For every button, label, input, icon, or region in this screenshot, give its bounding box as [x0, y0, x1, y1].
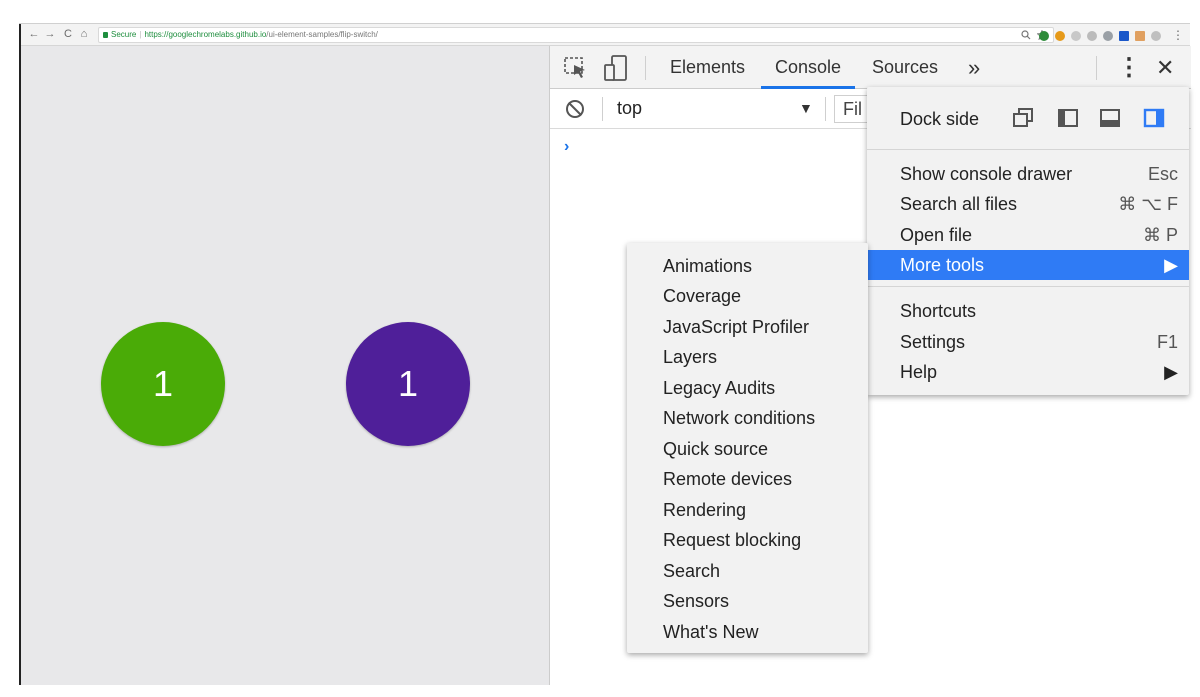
- menu-item-settings[interactable]: Settings F1: [867, 327, 1189, 357]
- extension-icon[interactable]: [1071, 31, 1081, 41]
- secure-label: Secure: [111, 30, 137, 39]
- menu-item-shortcut: F1: [1156, 332, 1178, 352]
- extension-icon[interactable]: [1151, 31, 1161, 41]
- menu-item-shortcuts[interactable]: Shortcuts: [867, 296, 1189, 326]
- url-path: /ui-element-samples/flip-switch/: [266, 30, 378, 39]
- extension-icon[interactable]: [1087, 31, 1097, 41]
- dock-bottom-icon[interactable]: [1099, 108, 1121, 128]
- dock-side-label: Dock side: [900, 109, 980, 129]
- menu-separator: [867, 286, 1189, 287]
- extension-icon[interactable]: [1103, 31, 1113, 41]
- clear-console-icon[interactable]: [566, 100, 584, 118]
- extension-icon[interactable]: [1119, 31, 1129, 41]
- devtools-main-menu: Dock side Show console drawer Esc Search…: [867, 87, 1189, 395]
- back-icon[interactable]: ←: [27, 27, 41, 41]
- toolbar-divider: [825, 97, 826, 121]
- context-selector[interactable]: top: [617, 98, 642, 119]
- page-viewport: 1 1: [21, 46, 549, 685]
- flip-switch-purple[interactable]: 1: [346, 322, 470, 446]
- device-toolbar-icon[interactable]: [604, 55, 628, 81]
- more-tools-submenu: Animations Coverage JavaScript Profiler …: [627, 243, 868, 653]
- toolbar-divider: [1096, 56, 1097, 80]
- tab-elements[interactable]: Elements: [670, 46, 745, 89]
- submenu-item-quick-source[interactable]: Quick source: [663, 434, 768, 464]
- menu-item-label: More tools: [900, 255, 985, 275]
- menu-item-open-file[interactable]: Open file ⌘ P: [867, 220, 1189, 250]
- submenu-item-layers[interactable]: Layers: [663, 342, 717, 372]
- url-separator: |: [139, 30, 142, 39]
- submenu-item-rendering[interactable]: Rendering: [663, 495, 746, 525]
- flip-switch-green[interactable]: 1: [101, 322, 225, 446]
- menu-item-label: Help: [900, 362, 938, 382]
- customize-menu-icon[interactable]: ⋮: [1117, 46, 1141, 89]
- submenu-item-animations[interactable]: Animations: [663, 251, 752, 281]
- menu-item-label: Shortcuts: [900, 301, 977, 321]
- menu-item-show-console-drawer[interactable]: Show console drawer Esc: [867, 159, 1189, 189]
- menu-item-help[interactable]: Help ▶: [867, 357, 1189, 387]
- url-host: https://googlechromelabs.github.io: [144, 30, 267, 39]
- toolbar-divider: [645, 56, 646, 80]
- menu-item-label: Search all files: [900, 194, 1018, 214]
- submenu-item-javascript-profiler[interactable]: JavaScript Profiler: [663, 312, 809, 342]
- dropdown-arrow-icon[interactable]: ▼: [799, 100, 813, 116]
- tab-sources[interactable]: Sources: [872, 46, 938, 89]
- extension-icon[interactable]: [1039, 31, 1049, 41]
- submenu-item-coverage[interactable]: Coverage: [663, 281, 741, 311]
- submenu-item-legacy-audits[interactable]: Legacy Audits: [663, 373, 775, 403]
- menu-item-shortcut: ⌘ ⌥ F: [1118, 194, 1178, 214]
- menu-item-label: Show console drawer: [900, 164, 1073, 184]
- submenu-arrow-icon: ▶: [1164, 362, 1178, 382]
- menu-item-search-all-files[interactable]: Search all files ⌘ ⌥ F: [867, 189, 1189, 219]
- browser-toolbar: ← → C ⌂ Secure | https://googlechromelabs.…: [21, 24, 1190, 46]
- browser-menu-icon[interactable]: ⋮: [1171, 28, 1185, 42]
- home-icon[interactable]: ⌂: [77, 27, 91, 41]
- submenu-item-whats-new[interactable]: What's New: [663, 617, 758, 647]
- extension-icon[interactable]: [1055, 31, 1065, 41]
- menu-item-shortcut: ⌘ P: [1142, 225, 1178, 245]
- submenu-item-request-blocking[interactable]: Request blocking: [663, 525, 801, 555]
- dock-left-icon[interactable]: [1057, 108, 1079, 128]
- menu-separator: [867, 149, 1189, 150]
- close-icon[interactable]: ✕: [1156, 46, 1174, 89]
- submenu-item-sensors[interactable]: Sensors: [663, 586, 729, 616]
- more-tabs-icon[interactable]: »: [968, 46, 980, 89]
- screen-frame: ← → C ⌂ Secure | https://googlechromelabs.…: [0, 0, 1200, 697]
- menu-item-label: Settings: [900, 332, 966, 352]
- zoom-icon[interactable]: [1021, 30, 1031, 40]
- dock-right-icon[interactable]: [1143, 108, 1165, 128]
- undock-icon[interactable]: [1012, 108, 1034, 128]
- menu-item-shortcut: Esc: [1147, 164, 1178, 184]
- lock-icon: [103, 32, 108, 38]
- submenu-item-remote-devices[interactable]: Remote devices: [663, 464, 792, 494]
- menu-item-label: Open file: [900, 225, 973, 245]
- address-bar[interactable]: Secure | https://googlechromelabs.github.i…: [98, 27, 1054, 43]
- submenu-arrow-icon: ▶: [1164, 255, 1178, 275]
- submenu-item-search[interactable]: Search: [663, 556, 720, 586]
- tab-console[interactable]: Console: [761, 46, 856, 89]
- toolbar-divider: [602, 97, 603, 121]
- menu-item-more-tools[interactable]: More tools ▶: [867, 250, 1189, 280]
- reload-icon[interactable]: C: [61, 27, 75, 41]
- console-prompt-icon[interactable]: ›: [564, 138, 569, 156]
- inspect-element-icon[interactable]: [564, 57, 588, 79]
- submenu-item-network-conditions[interactable]: Network conditions: [663, 403, 815, 433]
- forward-icon[interactable]: →: [43, 27, 57, 41]
- devtools-toolbar: Elements Console Sources » ⋮ ✕: [550, 46, 1191, 89]
- extension-icon[interactable]: [1135, 31, 1145, 41]
